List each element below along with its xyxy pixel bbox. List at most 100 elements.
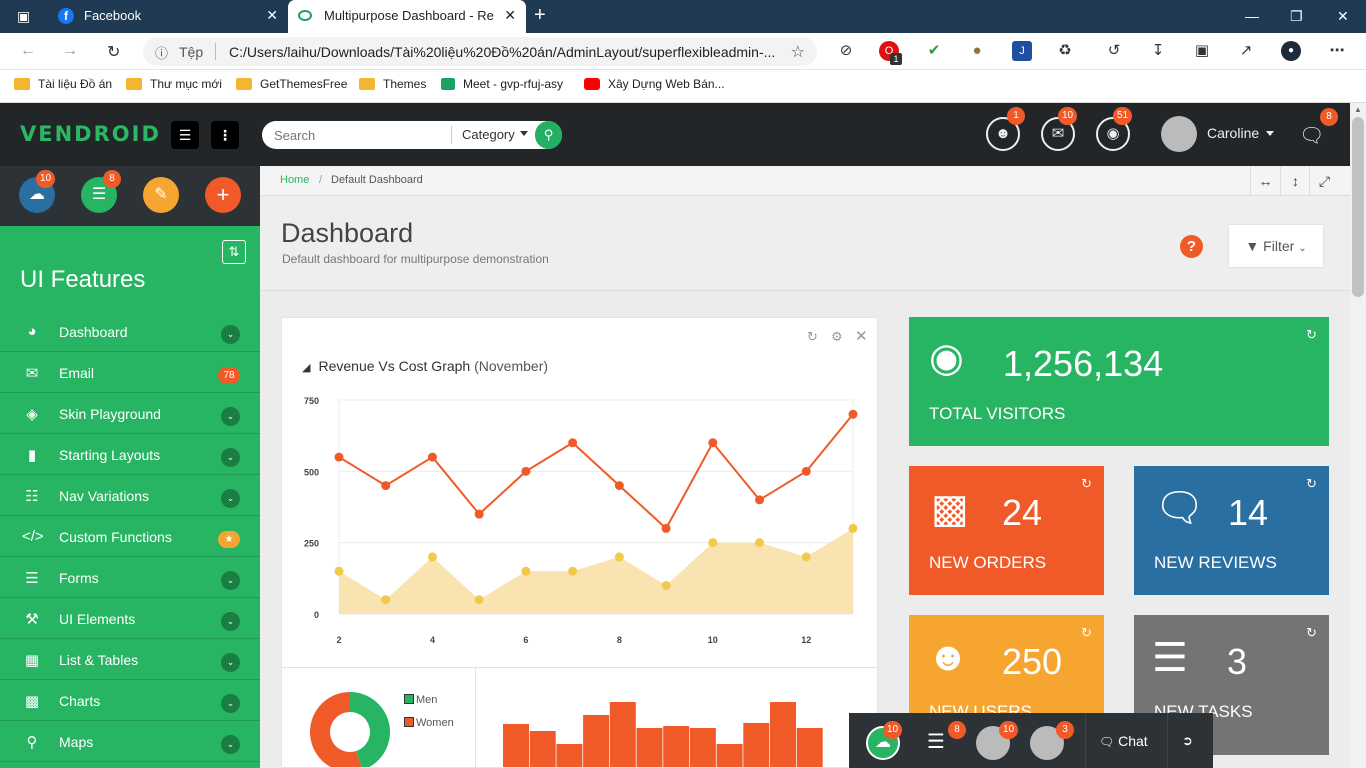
sign-out-icon[interactable]: ➲ xyxy=(1182,733,1193,749)
menu-icon[interactable]: ⋯ xyxy=(1327,41,1347,61)
chevron-down-icon[interactable]: ⌄ xyxy=(221,407,240,426)
profile-avatar-icon[interactable]: ● xyxy=(1281,41,1301,61)
chevron-down-icon[interactable]: ⌄ xyxy=(221,489,240,508)
area-chart-icon: ◢ xyxy=(302,362,311,374)
comments-icon[interactable]: 🗨 xyxy=(1299,123,1324,148)
tab-facebook[interactable]: f Facebook ✕ xyxy=(48,0,288,33)
bar xyxy=(529,731,556,767)
sidebar-item-charts[interactable]: ▩ Charts ⌄ xyxy=(0,681,260,721)
avatar[interactable] xyxy=(1161,116,1197,152)
favorite-icon[interactable]: ☆ xyxy=(791,42,805,62)
refresh-icon[interactable]: ↻ xyxy=(1306,327,1317,343)
back-icon[interactable]: ← xyxy=(20,42,36,60)
sidebar-item-ui-elements[interactable]: ⚒ UI Elements ⌄ xyxy=(0,599,260,639)
sidebar-item-list-tables[interactable]: ▦ List & Tables ⌄ xyxy=(0,640,260,680)
sidebar-quick-actions: ☁ 10 ☰ 8 ✎ + xyxy=(0,166,260,226)
tasks-icon[interactable]: ☰ xyxy=(927,729,945,754)
scrollbar-thumb[interactable] xyxy=(1352,117,1364,297)
caret-down-icon[interactable] xyxy=(1266,131,1274,136)
page-subtitle: Default dashboard for multipurpose demon… xyxy=(282,252,549,266)
bar-chart-icon: ▩ xyxy=(931,487,969,531)
sidebar-item-maps[interactable]: ⚲ Maps ⌄ xyxy=(0,722,260,762)
forward-icon[interactable]: → xyxy=(62,42,78,60)
pencil-icon[interactable]: ✎ xyxy=(143,177,179,213)
plus-icon[interactable]: + xyxy=(205,177,241,213)
close-icon[interactable]: ✕ xyxy=(266,7,278,24)
globe-icon: ◉ xyxy=(929,336,964,380)
stat-value: 250 xyxy=(1002,641,1063,682)
help-button[interactable]: ? xyxy=(1180,235,1203,258)
search-button[interactable]: ⚲ xyxy=(535,121,562,149)
puzzle-icon[interactable]: ♻ xyxy=(1055,41,1075,61)
close-window-icon[interactable]: ✕ xyxy=(1337,8,1349,25)
refresh-icon[interactable]: ↻ xyxy=(1306,625,1317,641)
bookmark-item[interactable]: Themes xyxy=(359,77,426,95)
close-icon[interactable]: ✕ xyxy=(855,327,868,345)
list-icon: ☰ xyxy=(25,570,39,587)
sidebar-item-nav-variations[interactable]: ☷ Nav Variations ⌄ xyxy=(0,476,260,516)
chat-divider xyxy=(1167,713,1168,768)
page-scrollbar[interactable]: ▲ xyxy=(1350,103,1366,768)
chevron-down-icon[interactable]: ⌄ xyxy=(221,448,240,467)
chevron-down-icon[interactable]: ⌄ xyxy=(221,612,240,631)
bar xyxy=(716,744,743,767)
bookmark-item[interactable]: GetThemesFree xyxy=(236,77,347,95)
fullscreen-icon[interactable]: ⤢ xyxy=(1309,166,1339,196)
breadcrumb-home[interactable]: Home xyxy=(280,174,309,186)
extension-icon[interactable]: J xyxy=(1012,41,1032,61)
chat-badge: 8 xyxy=(948,721,966,739)
refresh-icon[interactable]: ↻ xyxy=(1306,476,1317,492)
user-name[interactable]: Caroline xyxy=(1207,125,1259,141)
sidebar-item-skin-playground[interactable]: ◈ Skin Playground ⌄ xyxy=(0,394,260,434)
sidebar-item-dashboard[interactable]: ◕ Dashboard ⌄ xyxy=(0,312,260,352)
chevron-down-icon[interactable]: ⌄ xyxy=(221,694,240,713)
tab-actions-icon[interactable]: ▣ xyxy=(17,8,30,24)
table-icon: ▦ xyxy=(24,652,40,669)
more-options-button[interactable]: ⋮ xyxy=(211,121,239,149)
refresh-icon[interactable]: ↻ xyxy=(1081,625,1092,641)
search-input[interactable] xyxy=(274,127,454,143)
expand-vertical-icon[interactable]: ↕ xyxy=(1280,166,1310,196)
chevron-down-icon[interactable]: ⌄ xyxy=(221,653,240,672)
app-logo[interactable]: VENDROID xyxy=(20,122,161,146)
filter-button[interactable]: ▼ Filter ⌄ xyxy=(1228,224,1324,268)
sidebar-item-custom-functions[interactable]: </> Custom Functions ★ xyxy=(0,517,260,557)
new-tab-button[interactable]: + xyxy=(534,4,546,27)
chat-button[interactable]: 🗨 Chat xyxy=(1099,733,1148,749)
share-icon[interactable]: ↗ xyxy=(1236,41,1256,61)
scroll-up-icon[interactable]: ▲ xyxy=(1354,105,1362,114)
screenshot-icon[interactable]: ▣ xyxy=(1192,41,1212,61)
chevron-down-icon[interactable]: ⌄ xyxy=(221,325,240,344)
sidebar-item-starting-layouts[interactable]: ▮ Starting Layouts ⌄ xyxy=(0,435,260,475)
minimize-icon[interactable]: — xyxy=(1245,8,1259,24)
sidebar-item-forms[interactable]: ☰ Forms ⌄ xyxy=(0,558,260,598)
history-icon[interactable]: ↺ xyxy=(1104,41,1124,61)
extension-icon[interactable]: ✔ xyxy=(924,41,944,61)
gear-icon[interactable]: ⚙ xyxy=(831,329,843,345)
download-icon[interactable]: ↧ xyxy=(1148,41,1168,61)
sort-icon[interactable]: ⇅ xyxy=(222,240,246,264)
extension-icon[interactable]: ● xyxy=(967,41,987,61)
info-icon[interactable]: ⓘ xyxy=(155,43,168,62)
youtube-icon xyxy=(584,78,600,90)
url-text[interactable]: C:/Users/laihu/Downloads/Tài%20liệu%20Đồ… xyxy=(229,44,777,60)
category-select[interactable]: Category xyxy=(462,127,515,142)
cost-area xyxy=(339,528,853,614)
bookmark-item[interactable]: Thư mục mới xyxy=(126,77,222,95)
tab-dashboard[interactable]: Multipurpose Dashboard - Resp ✕ xyxy=(288,0,526,33)
close-icon[interactable]: ✕ xyxy=(504,7,516,24)
menu-toggle-button[interactable]: ☰ xyxy=(171,121,199,149)
chevron-down-icon[interactable]: ⌄ xyxy=(221,571,240,590)
chevron-down-icon[interactable]: ⌄ xyxy=(221,735,240,754)
bookmark-item[interactable]: Xây Dựng Web Bán... xyxy=(584,77,725,95)
bookmark-item[interactable]: Tài liệu Đồ án xyxy=(14,77,112,95)
expand-horizontal-icon[interactable]: ↔ xyxy=(1250,166,1280,196)
refresh-icon[interactable]: ↻ xyxy=(807,329,818,345)
bookmark-item[interactable]: Meet - gvp-rfuj-asy xyxy=(441,77,563,95)
url-field[interactable]: ⓘ Tệp C:/Users/laihu/Downloads/Tài%20liệ… xyxy=(143,37,817,66)
restore-icon[interactable]: ❐ xyxy=(1290,8,1303,25)
sidebar-item-email[interactable]: ✉ Email 78 xyxy=(0,353,260,393)
reload-icon[interactable]: ↻ xyxy=(107,42,120,62)
block-icon[interactable]: ⊘ xyxy=(836,41,856,61)
refresh-icon[interactable]: ↻ xyxy=(1081,476,1092,492)
